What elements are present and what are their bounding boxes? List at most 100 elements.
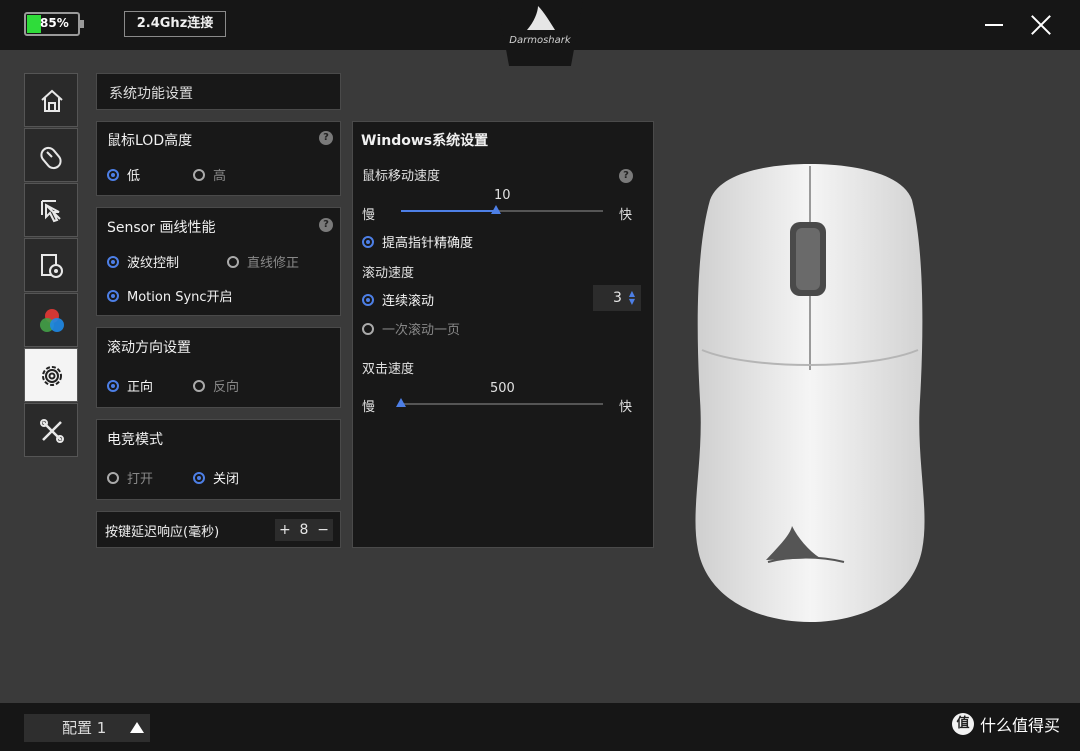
radio-label: Motion Sync开启 [127,290,233,305]
debounce-plus-button[interactable]: + [279,522,291,538]
radio-label: 正向 [127,380,154,395]
esports-mode-title: 电竞模式 [107,432,163,448]
esports-mode-panel: 电竞模式 打开 关闭 [96,419,341,500]
pointer-speed-fill [401,210,496,212]
battery-tip [80,20,84,28]
nav-item-tools[interactable] [24,403,78,457]
pointer-speed-label: 鼠标移动速度 [362,169,441,184]
nav-item-dpi[interactable] [24,238,78,292]
radio-label: 一次滚动一页 [382,323,461,338]
help-icon[interactable]: ? [319,218,333,232]
scroll-reverse-radio[interactable]: 反向 [193,376,239,395]
lod-high-radio[interactable]: 高 [193,165,226,184]
pointer-speed-slider[interactable] [401,205,603,214]
lod-panel: 鼠标LOD高度 ? 低 高 [96,121,341,196]
debounce-minus-button[interactable]: − [317,522,329,538]
radio-label: 低 [127,169,141,184]
double-click-slider[interactable] [396,398,603,407]
windows-settings-panel: Windows系统设置 鼠标移动速度 ? 10 慢 快 提高指针精确度 滚动速度… [352,121,654,548]
scroll-direction-title: 滚动方向设置 [107,340,191,356]
radio-label: 反向 [213,380,240,395]
mouse-icon [40,146,62,170]
stepper-arrows-icon[interactable]: ▲ ▼ [629,290,635,306]
nav-item-settings[interactable] [24,348,78,402]
radio-label: 连续滚动 [382,294,435,309]
shark-fin-icon [527,6,555,30]
scroll-direction-panel: 滚动方向设置 正向 反向 [96,327,341,408]
radio-indicator [362,293,374,306]
lod-low-radio[interactable]: 低 [107,165,140,184]
sensor-title: Sensor 画线性能 [107,220,216,236]
battery-fill [27,15,41,33]
battery-label: 85% [40,16,69,30]
cursor-click-icon [41,200,61,223]
mouse-product-image [695,164,925,622]
system-settings-title: 系统功能设置 [109,86,193,102]
enhance-precision-checkbox[interactable]: 提高指针精确度 [362,232,473,251]
battery-indicator: 85% [24,12,84,36]
angle-snapping-radio[interactable]: 直线修正 [227,252,299,271]
scroll-lines-value: 3 [613,290,622,306]
double-click-max-label: 快 [619,400,633,415]
profile-selector[interactable]: 配置 1 [24,714,150,742]
double-click-label: 双击速度 [362,362,415,377]
radio-indicator [107,255,119,268]
help-icon[interactable]: ? [319,131,333,145]
debounce-value[interactable]: 8 [300,522,309,538]
nav-item-macro[interactable] [24,183,78,237]
watermark-badge: 值 [952,713,974,735]
debounce-panel: 按键延迟响应(毫秒) + 8 − [96,511,341,548]
pointer-speed-value: 10 [494,188,511,203]
chevron-up-icon[interactable] [130,722,144,733]
debounce-stepper: + 8 − [275,519,333,541]
double-click-thumb[interactable] [396,398,406,407]
radio-indicator [193,168,205,181]
scroll-forward-radio[interactable]: 正向 [107,376,153,395]
bottom-bar: 配置 1 [0,703,1080,751]
radio-indicator [193,471,205,484]
watermark-text: 什么值得买 [980,716,1061,735]
nav-item-home[interactable] [24,73,78,127]
esports-on-radio[interactable]: 打开 [107,468,153,487]
motion-sync-radio[interactable]: Motion Sync开启 [107,286,233,305]
nav-item-buttons[interactable] [24,128,78,182]
gear-icon [42,366,62,386]
radio-indicator [362,322,374,335]
tools-icon [40,419,64,443]
ripple-control-radio[interactable]: 波纹控制 [107,252,179,271]
close-button[interactable] [1028,12,1054,38]
radio-indicator [107,289,119,302]
double-click-value: 500 [490,381,515,396]
esports-off-radio[interactable]: 关闭 [193,468,239,487]
radio-label: 高 [213,169,227,184]
radio-indicator [107,471,119,484]
lod-title: 鼠标LOD高度 [107,133,193,149]
minimize-button[interactable] [981,12,1007,38]
document-gear-icon [41,254,63,278]
scroll-lines-stepper[interactable]: 3 ▲ ▼ [593,285,641,311]
radio-label: 波纹控制 [127,256,180,271]
brand-name: Darmoshark [509,35,571,46]
help-icon[interactable]: ? [619,169,633,183]
profile-label: 配置 1 [62,719,107,737]
radio-indicator [107,379,119,392]
radio-label: 关闭 [213,472,240,487]
page-scroll-radio[interactable]: 一次滚动一页 [362,319,460,338]
radio-indicator [227,255,239,268]
pointer-speed-min-label: 慢 [362,208,376,223]
radio-label: 直线修正 [247,256,300,271]
home-icon [41,89,63,112]
radio-indicator [107,168,119,181]
nav-item-lighting[interactable] [24,293,78,347]
windows-settings-title: Windows系统设置 [361,133,489,149]
continuous-scroll-radio[interactable]: 连续滚动 [362,290,434,309]
pointer-speed-max-label: 快 [619,208,633,223]
system-settings-header: 系统功能设置 [96,73,341,110]
radio-label: 打开 [127,472,154,487]
pointer-speed-thumb[interactable] [490,205,501,214]
connection-status: 2.4Ghz连接 [124,11,226,37]
radio-indicator [362,235,374,248]
rgb-icon [40,309,64,332]
sidebar-nav [24,73,78,458]
debounce-label: 按键延迟响应(毫秒) [105,525,220,540]
